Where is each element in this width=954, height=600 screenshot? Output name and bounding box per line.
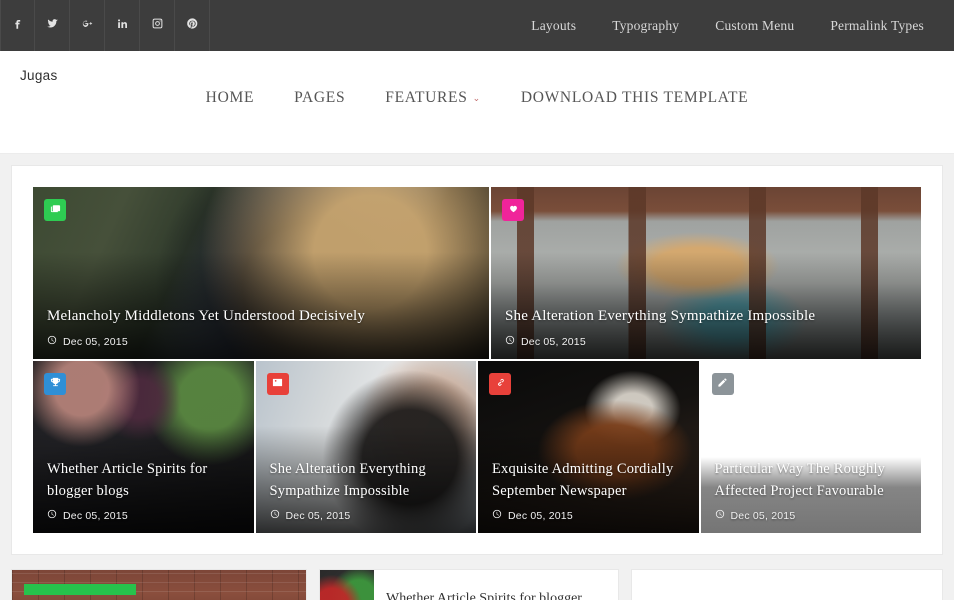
heart-icon	[508, 201, 519, 219]
nav-item-features-label: FEATURES	[385, 89, 467, 107]
post-format-badge-link[interactable]	[489, 373, 511, 395]
featured-tile-1-text: Melancholy Middletons Yet Understood Dec…	[47, 305, 475, 348]
instagram-icon	[151, 17, 164, 35]
featured-tile-4-date: Dec 05, 2015	[270, 509, 463, 522]
list-item[interactable]: Whether Article Spirits for blogger	[319, 569, 619, 600]
nav-item-pages-label: PAGES	[294, 89, 345, 107]
category-tag[interactable]	[24, 584, 136, 595]
sidebar-widget	[631, 569, 943, 600]
trophy-icon	[50, 375, 61, 393]
post-format-badge-trophy[interactable]	[44, 373, 66, 395]
site-header: Jugas HOME PAGES FEATURES ⌄ DOWNLOAD THIS…	[0, 51, 954, 154]
featured-tile-6-date: Dec 05, 2015	[715, 509, 908, 522]
image-icon	[272, 375, 283, 393]
twitter-icon	[46, 17, 59, 35]
nav-item-pages[interactable]: PAGES	[294, 89, 345, 107]
top-nav-link-typography[interactable]: Typography	[612, 18, 679, 34]
site-logo[interactable]: Jugas	[20, 68, 58, 83]
linkedin-icon	[116, 17, 129, 35]
clock-icon	[715, 509, 731, 522]
below-fold-section: Whether Article Spirits for blogger	[11, 569, 943, 600]
pinterest-icon	[186, 17, 199, 35]
featured-grid: Melancholy Middletons Yet Understood Dec…	[33, 187, 921, 533]
top-nav-link-permalink-types[interactable]: Permalink Types	[830, 18, 924, 34]
top-nav: Layouts Typography Custom Menu Permalink…	[495, 0, 954, 51]
top-nav-link-custom-menu[interactable]: Custom Menu	[715, 18, 794, 34]
featured-tile-4[interactable]: She Alteration Everything Sympathize Imp…	[256, 361, 477, 533]
nav-item-home-label: HOME	[206, 89, 254, 107]
social-link-twitter[interactable]	[35, 0, 70, 51]
featured-tile-1-date-text: Dec 05, 2015	[63, 336, 128, 348]
google-plus-icon	[81, 17, 94, 35]
featured-tile-3-text: Whether Article Spirits for blogger blog…	[47, 458, 240, 522]
nav-item-download-this-template[interactable]: DOWNLOAD THIS TEMPLATE	[521, 89, 749, 107]
featured-tile-6[interactable]: Particular Way The Roughly Affected Proj…	[701, 361, 922, 533]
clock-icon	[270, 509, 286, 522]
featured-tile-2-date-text: Dec 05, 2015	[521, 336, 586, 348]
clock-icon	[505, 335, 521, 348]
featured-row-top: Melancholy Middletons Yet Understood Dec…	[33, 187, 921, 359]
post-card[interactable]	[11, 569, 307, 600]
nav-item-home[interactable]: HOME	[206, 89, 254, 107]
facebook-icon	[11, 17, 24, 35]
post-format-badge-gallery[interactable]	[44, 199, 66, 221]
main-nav: HOME PAGES FEATURES ⌄ DOWNLOAD THIS TEMPL…	[0, 89, 954, 107]
clock-icon	[492, 509, 508, 522]
below-column-middle: Whether Article Spirits for blogger	[319, 569, 619, 600]
chevron-down-icon: ⌄	[473, 94, 481, 103]
link-icon	[495, 375, 506, 393]
top-bar: Layouts Typography Custom Menu Permalink…	[0, 0, 954, 51]
featured-row-bottom: Whether Article Spirits for blogger blog…	[33, 361, 921, 533]
featured-tile-4-title[interactable]: She Alteration Everything Sympathize Imp…	[270, 458, 463, 502]
social-link-google-plus[interactable]	[70, 0, 105, 51]
pencil-icon	[717, 375, 728, 393]
gallery-icon	[50, 201, 61, 219]
featured-tile-5-date: Dec 05, 2015	[492, 509, 685, 522]
featured-tile-2-title[interactable]: She Alteration Everything Sympathize Imp…	[505, 305, 907, 327]
featured-tile-4-date-text: Dec 05, 2015	[286, 510, 351, 522]
list-item-title[interactable]: Whether Article Spirits for blogger	[374, 589, 582, 600]
top-nav-link-layouts[interactable]: Layouts	[531, 18, 576, 34]
list-item-thumbnail	[320, 570, 374, 600]
featured-tile-4-text: She Alteration Everything Sympathize Imp…	[270, 458, 463, 522]
featured-tile-5[interactable]: Exquisite Admitting Cordially September …	[478, 361, 699, 533]
featured-tile-2-text: She Alteration Everything Sympathize Imp…	[505, 305, 907, 348]
social-links	[0, 0, 210, 51]
featured-tile-3-date-text: Dec 05, 2015	[63, 510, 128, 522]
post-format-badge-image[interactable]	[267, 373, 289, 395]
featured-tile-3-title[interactable]: Whether Article Spirits for blogger blog…	[47, 458, 240, 502]
featured-tile-2-date: Dec 05, 2015	[505, 335, 907, 348]
featured-posts-section: Melancholy Middletons Yet Understood Dec…	[11, 165, 943, 555]
featured-tile-5-text: Exquisite Admitting Cordially September …	[492, 458, 685, 522]
featured-tile-1[interactable]: Melancholy Middletons Yet Understood Dec…	[33, 187, 489, 359]
featured-tile-5-date-text: Dec 05, 2015	[508, 510, 573, 522]
below-column-right	[631, 569, 943, 600]
featured-tile-1-date: Dec 05, 2015	[47, 335, 475, 348]
nav-item-download-label: DOWNLOAD THIS TEMPLATE	[521, 89, 749, 107]
clock-icon	[47, 335, 63, 348]
featured-tile-3[interactable]: Whether Article Spirits for blogger blog…	[33, 361, 254, 533]
featured-tile-6-title[interactable]: Particular Way The Roughly Affected Proj…	[715, 458, 908, 502]
social-link-instagram[interactable]	[140, 0, 175, 51]
below-column-left	[11, 569, 307, 600]
featured-tile-3-date: Dec 05, 2015	[47, 509, 240, 522]
nav-item-features[interactable]: FEATURES ⌄	[385, 89, 481, 107]
featured-tile-2[interactable]: She Alteration Everything Sympathize Imp…	[491, 187, 921, 359]
social-link-pinterest[interactable]	[175, 0, 210, 51]
featured-tile-1-title[interactable]: Melancholy Middletons Yet Understood Dec…	[47, 305, 475, 327]
clock-icon	[47, 509, 63, 522]
featured-tile-6-date-text: Dec 05, 2015	[731, 510, 796, 522]
social-link-linkedin[interactable]	[105, 0, 140, 51]
post-format-badge-pencil[interactable]	[712, 373, 734, 395]
post-format-badge-heart[interactable]	[502, 199, 524, 221]
featured-tile-5-title[interactable]: Exquisite Admitting Cordially September …	[492, 458, 685, 502]
social-link-facebook[interactable]	[0, 0, 35, 51]
featured-tile-6-text: Particular Way The Roughly Affected Proj…	[715, 458, 908, 522]
